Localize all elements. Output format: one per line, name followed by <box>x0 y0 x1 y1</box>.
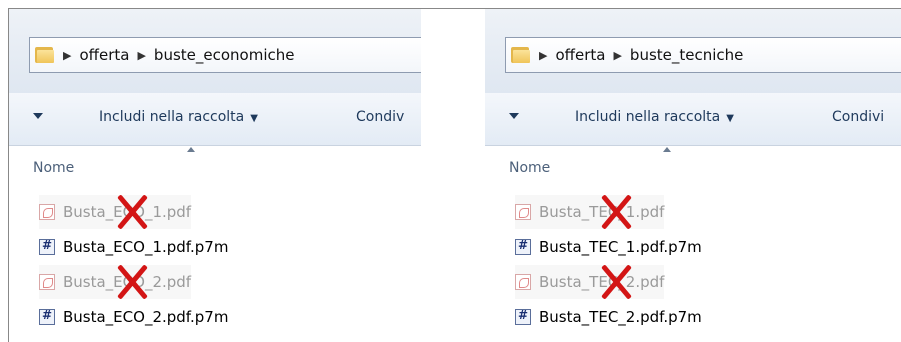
red-cross-mark-icon <box>599 263 633 301</box>
p7m-signed-file-icon <box>39 308 55 325</box>
file-name: Busta_ECO_2.pdf.p7m <box>63 308 229 326</box>
breadcrumb-current-folder[interactable]: buste_tecniche <box>630 46 743 64</box>
file-row[interactable]: Busta_ECO_2.pdf.p7m <box>39 300 228 334</box>
file-row[interactable]: Busta_TEC_2.pdf.p7m <box>515 300 702 334</box>
pdf-file-icon <box>515 204 531 220</box>
share-button[interactable]: Condiv <box>356 109 404 125</box>
organize-dropdown-icon[interactable] <box>509 113 519 119</box>
sort-ascending-icon <box>187 147 195 152</box>
organize-dropdown-icon[interactable] <box>33 113 43 119</box>
command-toolbar: Includi nella raccolta ▼ Condiv <box>9 93 421 146</box>
breadcrumb-separator-icon[interactable]: ▶ <box>137 49 145 62</box>
include-in-library-label: Includi nella raccolta <box>575 109 721 125</box>
column-header-name[interactable]: Nome <box>509 160 550 176</box>
pdf-file-icon <box>39 204 55 220</box>
breadcrumb-separator-icon[interactable]: ▶ <box>539 49 547 62</box>
folder-icon <box>511 45 531 65</box>
p7m-signed-file-icon <box>39 238 55 255</box>
pdf-file-icon <box>39 274 55 290</box>
breadcrumb-separator-icon[interactable]: ▶ <box>613 49 621 62</box>
red-cross-mark-icon <box>599 193 633 231</box>
breadcrumb-offerta[interactable]: offerta <box>79 46 129 64</box>
include-in-library-label: Includi nella raccolta <box>99 109 245 125</box>
include-in-library-button[interactable]: Includi nella raccolta ▼ <box>575 109 734 125</box>
breadcrumb-offerta[interactable]: offerta <box>555 46 605 64</box>
file-row[interactable]: Busta_TEC_1.pdf.p7m <box>515 230 702 264</box>
address-bar[interactable]: ▶ offerta ▶ buste_tecniche <box>505 37 901 73</box>
address-bar-area: ▶ offerta ▶ buste_economiche <box>9 9 421 93</box>
red-cross-mark-icon <box>115 263 149 301</box>
pdf-file-icon <box>515 274 531 290</box>
file-name: Busta_TEC_2.pdf.p7m <box>539 308 702 326</box>
file-row[interactable]: Busta_TEC_1.pdf <box>515 193 665 231</box>
file-row[interactable]: Busta_ECO_1.pdf.p7m <box>39 230 228 264</box>
p7m-signed-file-icon <box>515 238 531 255</box>
column-header-name[interactable]: Nome <box>33 160 74 176</box>
column-header-row: Nome <box>485 146 901 186</box>
sort-ascending-icon <box>663 147 671 152</box>
column-header-row: Nome <box>9 146 421 186</box>
command-toolbar: Includi nella raccolta ▼ Condivi <box>485 93 901 146</box>
folder-icon <box>35 45 55 65</box>
file-name: Busta_TEC_1.pdf.p7m <box>539 238 702 256</box>
chevron-down-icon: ▼ <box>726 113 734 124</box>
file-row[interactable]: Busta_ECO_2.pdf <box>39 263 192 301</box>
breadcrumb-current-folder[interactable]: buste_economiche <box>154 46 295 64</box>
address-bar[interactable]: ▶ offerta ▶ buste_economiche <box>29 37 421 73</box>
chevron-down-icon: ▼ <box>250 113 258 124</box>
explorer-window-tecniche: ▶ offerta ▶ buste_tecniche Includi nella… <box>485 9 901 342</box>
breadcrumb-separator-icon[interactable]: ▶ <box>63 49 71 62</box>
file-name: Busta_ECO_1.pdf.p7m <box>63 238 229 256</box>
explorer-window-economiche: ▶ offerta ▶ buste_economiche Includi nel… <box>9 9 421 342</box>
file-row[interactable]: Busta_TEC_2.pdf <box>515 263 665 301</box>
file-row[interactable]: Busta_ECO_1.pdf <box>39 193 192 231</box>
include-in-library-button[interactable]: Includi nella raccolta ▼ <box>99 109 258 125</box>
address-bar-area: ▶ offerta ▶ buste_tecniche <box>485 9 901 93</box>
red-cross-mark-icon <box>115 193 149 231</box>
share-button[interactable]: Condivi <box>832 109 884 125</box>
p7m-signed-file-icon <box>515 308 531 325</box>
